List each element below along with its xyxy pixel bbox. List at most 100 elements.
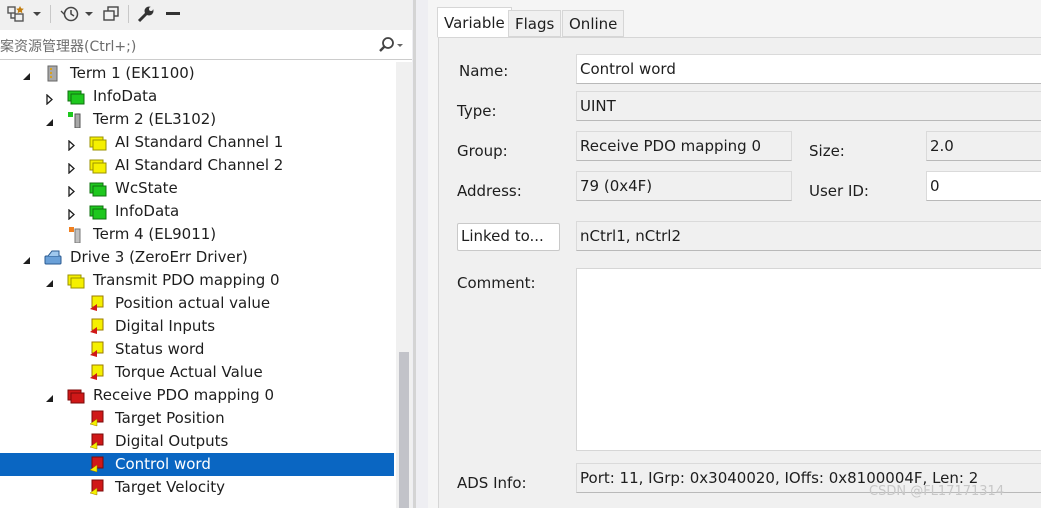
tree-item-label: WcState <box>115 179 178 197</box>
name-field[interactable]: Control word <box>576 54 1041 84</box>
search-icon[interactable] <box>378 36 404 56</box>
tree-item[interactable]: InfoData <box>0 200 394 223</box>
green-var-icon <box>89 203 107 220</box>
group-label: Group: <box>457 142 508 160</box>
tree-item-label: InfoData <box>93 87 158 105</box>
tree-item-label: Target Velocity <box>115 478 226 496</box>
collapsed-arrow-icon[interactable] <box>45 91 55 106</box>
linked-to-button[interactable]: Linked to... <box>457 223 560 251</box>
ads-info-label: ADS Info: <box>457 474 527 492</box>
tree-item[interactable]: Digital Inputs <box>0 315 394 338</box>
tree-item[interactable]: Drive 3 (ZeroErr Driver) <box>0 246 394 269</box>
coupler-icon <box>44 65 62 82</box>
userid-label: User ID: <box>809 182 869 200</box>
address-label: Address: <box>457 182 522 200</box>
input-var-icon <box>89 364 107 381</box>
tree-item[interactable]: Position actual value <box>0 292 394 315</box>
output-var-icon <box>89 479 107 496</box>
tree-item[interactable]: AI Standard Channel 2 <box>0 154 394 177</box>
output-var-icon <box>89 410 107 427</box>
expanded-arrow-icon[interactable] <box>45 275 55 287</box>
solution-explorer-icon[interactable] <box>6 3 28 25</box>
collapsed-arrow-icon[interactable] <box>67 183 77 198</box>
tree-item[interactable]: Digital Outputs <box>0 430 394 453</box>
tree-item-label: Transmit PDO mapping 0 <box>93 271 280 289</box>
collapsed-arrow-icon[interactable] <box>67 206 77 221</box>
tree-item[interactable]: WcState <box>0 177 394 200</box>
input-var-icon <box>89 295 107 312</box>
comment-label: Comment: <box>457 274 536 292</box>
tree-item[interactable]: Control word <box>0 453 394 476</box>
search-input[interactable]: 案资源管理器(Ctrl+;) <box>0 36 136 56</box>
size-field[interactable]: 2.0 <box>926 131 1041 161</box>
tab-label: Variable <box>444 13 505 32</box>
toolbar-separator <box>128 5 129 23</box>
address-field[interactable]: 79 (0x4F) <box>576 171 792 201</box>
tab-label: Flags <box>515 14 555 33</box>
tree-item[interactable]: Term 1 (EK1100) <box>0 62 394 85</box>
tree-item[interactable]: InfoData <box>0 85 394 108</box>
tree-item-label: AI Standard Channel 1 <box>115 133 284 151</box>
splitter-line <box>413 0 416 508</box>
type-label: Type: <box>457 102 497 120</box>
expanded-arrow-icon[interactable] <box>22 68 32 80</box>
wrench-icon[interactable] <box>135 3 157 25</box>
comment-field[interactable] <box>576 268 1041 451</box>
dropdown-arrow-icon[interactable] <box>83 3 95 25</box>
properties-pane: Variable Flags Online Name: Control word… <box>428 0 1041 508</box>
expanded-arrow-icon[interactable] <box>45 390 55 402</box>
linked-field[interactable]: nCtrl1, nCtrl2 <box>576 221 1041 251</box>
tree-item-label: Term 2 (EL3102) <box>93 110 217 128</box>
yellow-var-icon <box>89 134 107 151</box>
tree-item[interactable]: Target Velocity <box>0 476 394 499</box>
group-field[interactable]: Receive PDO mapping 0 <box>576 131 792 161</box>
tree-scrollbar[interactable] <box>396 62 412 508</box>
tree-item[interactable]: Transmit PDO mapping 0 <box>0 269 394 292</box>
input-var-icon <box>89 341 107 358</box>
tree-item-label: Control word <box>115 455 211 473</box>
tab-online[interactable]: Online <box>562 10 625 37</box>
tree-item[interactable]: Term 2 (EL3102) <box>0 108 394 131</box>
tree-item[interactable]: AI Standard Channel 1 <box>0 131 394 154</box>
pane-splitter[interactable] <box>412 0 428 508</box>
type-field[interactable]: UINT <box>576 91 1041 121</box>
tree-item-label: Target Position <box>115 409 225 427</box>
green-var-icon <box>89 180 107 197</box>
tab-flags[interactable]: Flags <box>508 10 562 37</box>
tree-item[interactable]: Status word <box>0 338 394 361</box>
yellow-var-icon <box>89 157 107 174</box>
tree-item[interactable]: Target Position <box>0 407 394 430</box>
minus-icon[interactable] <box>162 3 184 25</box>
property-tabs: Variable Flags Online <box>428 0 1041 38</box>
tree-item-label: Position actual value <box>115 294 271 312</box>
collapsed-arrow-icon[interactable] <box>67 160 77 175</box>
drive-icon <box>44 249 62 266</box>
solution-explorer: 案资源管理器(Ctrl+;) Term 1 (EK1100) InfoData Te… <box>0 0 412 508</box>
copy-windows-icon[interactable] <box>100 3 122 25</box>
toolbar-separator <box>50 5 51 23</box>
size-label: Size: <box>809 142 845 160</box>
tree-item-label: AI Standard Channel 2 <box>115 156 284 174</box>
scrollbar-thumb[interactable] <box>399 352 409 508</box>
history-icon[interactable] <box>58 3 82 25</box>
output-var-icon <box>89 456 107 473</box>
tree-item-label: Drive 3 (ZeroErr Driver) <box>70 248 248 266</box>
tree-item-label: Term 4 (EL9011) <box>93 225 217 243</box>
input-var-icon <box>89 318 107 335</box>
terminal-icon <box>67 111 85 129</box>
tree-item[interactable]: Term 4 (EL9011) <box>0 223 394 246</box>
userid-field[interactable]: 0 <box>926 171 1041 201</box>
collapsed-arrow-icon[interactable] <box>67 137 77 152</box>
explorer-toolbar <box>0 0 412 30</box>
search-box[interactable]: 案资源管理器(Ctrl+;) <box>0 31 412 60</box>
tree-item[interactable]: Receive PDO mapping 0 <box>0 384 394 407</box>
tab-variable[interactable]: Variable <box>437 7 512 38</box>
tree-item-label: Digital Inputs <box>115 317 216 335</box>
tree-item-label: Receive PDO mapping 0 <box>93 386 275 404</box>
expanded-arrow-icon[interactable] <box>22 252 32 264</box>
tree-item-label: InfoData <box>115 202 180 220</box>
expanded-arrow-icon[interactable] <box>45 114 55 126</box>
dropdown-arrow-icon[interactable] <box>31 3 43 25</box>
tree-item[interactable]: Torque Actual Value <box>0 361 394 384</box>
watermark: CSDN @FL17171314 <box>869 484 1005 499</box>
